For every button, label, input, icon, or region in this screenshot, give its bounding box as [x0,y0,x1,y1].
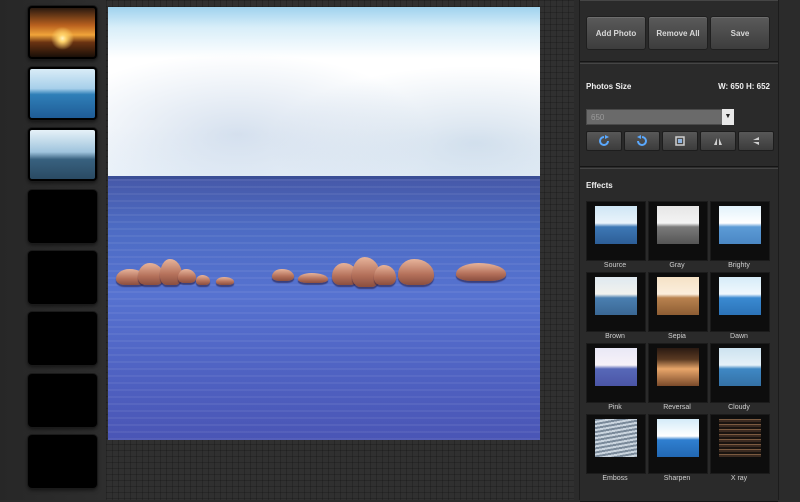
thumbnail-slot-empty[interactable] [28,251,97,304]
flip-horizontal-button[interactable] [738,131,774,151]
effects-title: Effects [586,181,613,190]
thumbnail-slot-empty[interactable] [28,312,97,365]
rotate-left-button[interactable] [624,131,660,151]
control-panel: Add Photo Remove All Save Photos Size W:… [580,0,778,502]
effect-emboss[interactable] [586,414,646,474]
photos-size-title: Photos Size [586,82,632,91]
rotate-right-icon [599,135,609,146]
effect-label: X ray [730,475,748,482]
effect-label: Source [603,262,627,269]
add-photo-button[interactable]: Add Photo [586,16,646,50]
effect-dawn[interactable] [710,272,770,332]
thumbnail-slot-empty[interactable] [28,374,97,427]
effect-gray[interactable] [648,201,708,261]
thumbnail-slot-empty[interactable] [28,435,97,488]
thumbnail-coast[interactable] [28,128,97,181]
photo-filmstrip [0,0,106,500]
effect-label: Sharpen [663,475,691,482]
effect-xray[interactable] [710,414,770,474]
effect-label: Cloudy [728,404,750,411]
remove-all-button[interactable]: Remove All [648,16,708,50]
toolbar: Add Photo Remove All Save [580,0,778,62]
effect-pink[interactable] [586,343,646,403]
flip-horizontal-icon [753,137,759,145]
effect-label: Sepia [668,333,686,340]
rotate-right-button[interactable] [586,131,622,151]
crop-button[interactable] [662,131,698,151]
effect-label: Dawn [730,333,748,340]
main-photo[interactable] [108,7,540,440]
effect-label: Gray [669,262,685,269]
effect-sepia[interactable] [648,272,708,332]
effect-label: Reversal [663,404,691,411]
thumbnail-sea[interactable] [28,67,97,120]
crop-icon [675,136,685,146]
effect-label: Pink [608,404,622,411]
effect-label: Emboss [602,475,628,482]
save-button[interactable]: Save [710,16,770,50]
effect-label: Brown [605,333,625,340]
effect-cloudy[interactable] [710,343,770,403]
effect-label: Brighty [728,262,750,269]
size-readout: W: 650 H: 652 [718,82,770,91]
effect-brighty[interactable] [710,201,770,261]
rotate-left-icon [637,135,647,146]
flip-vertical-button[interactable] [700,131,736,151]
effect-source[interactable] [586,201,646,261]
flip-vertical-icon [714,138,722,145]
effect-reversal[interactable] [648,343,708,403]
effect-brown[interactable] [586,272,646,332]
thumbnail-sunset[interactable] [28,6,97,59]
chevron-down-icon[interactable]: ▼ [722,109,734,125]
effect-sharpen[interactable] [648,414,708,474]
size-select[interactable]: 650 [586,109,726,125]
thumbnail-slot-empty[interactable] [28,190,97,243]
